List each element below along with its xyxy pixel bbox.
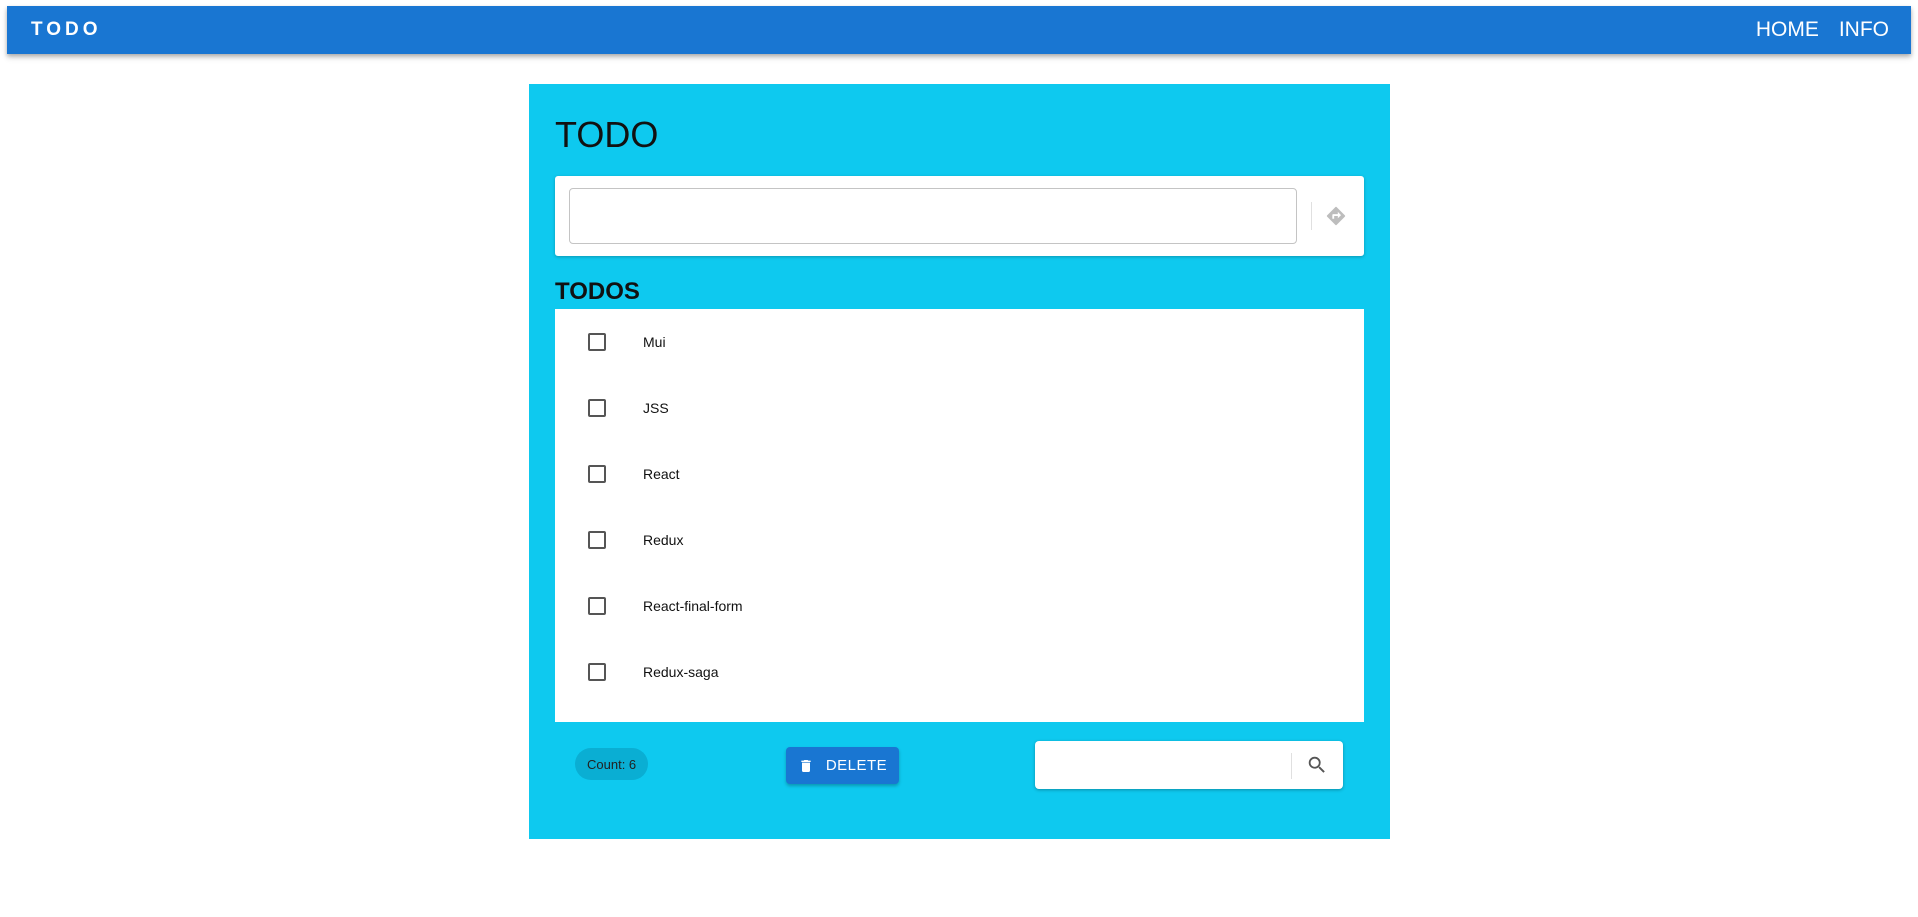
todo-panel: TODO TODOS Mui JSS React Redux React-fin… <box>529 84 1390 839</box>
todo-label: JSS <box>643 400 669 416</box>
top-nav: HOME INFO <box>1756 18 1889 42</box>
todo-item[interactable]: JSS <box>555 375 1364 441</box>
todo-item[interactable]: React-final-form <box>555 573 1364 639</box>
count-badge: Count: 6 <box>575 748 649 780</box>
delete-button-label: DELETE <box>825 757 888 774</box>
todo-checkbox[interactable] <box>588 531 606 549</box>
todo-label: Redux-saga <box>643 664 719 680</box>
todo-checkbox[interactable] <box>588 465 606 483</box>
directions-icon <box>1326 206 1346 226</box>
delete-button[interactable]: DELETE <box>786 747 899 784</box>
search-icon <box>1308 756 1325 773</box>
todo-label: React-final-form <box>643 598 743 614</box>
page-title: TODO <box>555 114 659 155</box>
todo-label: Redux <box>643 532 684 548</box>
todo-checkbox[interactable] <box>588 333 606 351</box>
todo-checkbox[interactable] <box>588 597 606 615</box>
todo-checkbox[interactable] <box>588 663 606 681</box>
add-divider <box>1311 202 1312 230</box>
nav-info-link[interactable]: INFO <box>1839 18 1889 42</box>
search-divider <box>1291 753 1292 779</box>
todo-item[interactable]: Redux <box>555 507 1364 573</box>
count-label: Count: 6 <box>587 756 637 772</box>
todo-item[interactable]: Redux-saga <box>555 639 1364 705</box>
todo-label: React <box>643 466 680 482</box>
add-todo-input[interactable] <box>569 188 1297 244</box>
trash-icon <box>801 759 811 772</box>
todo-item[interactable]: React <box>555 441 1364 507</box>
todo-list: Mui JSS React Redux React-final-form Red… <box>555 309 1364 722</box>
add-todo-box <box>555 176 1364 256</box>
add-todo-button[interactable] <box>1320 200 1352 232</box>
todo-label: Mui <box>643 334 666 350</box>
nav-home-link[interactable]: HOME <box>1756 18 1819 42</box>
app-bar: TODO HOME INFO <box>7 6 1911 54</box>
app-brand[interactable]: TODO <box>31 19 102 41</box>
todo-item[interactable]: Mui <box>555 309 1364 375</box>
todo-checkbox[interactable] <box>588 399 606 417</box>
search-button[interactable] <box>1301 749 1333 781</box>
todos-heading: TODOS <box>555 278 640 305</box>
search-box <box>1035 741 1343 789</box>
search-input[interactable] <box>1043 749 1283 781</box>
